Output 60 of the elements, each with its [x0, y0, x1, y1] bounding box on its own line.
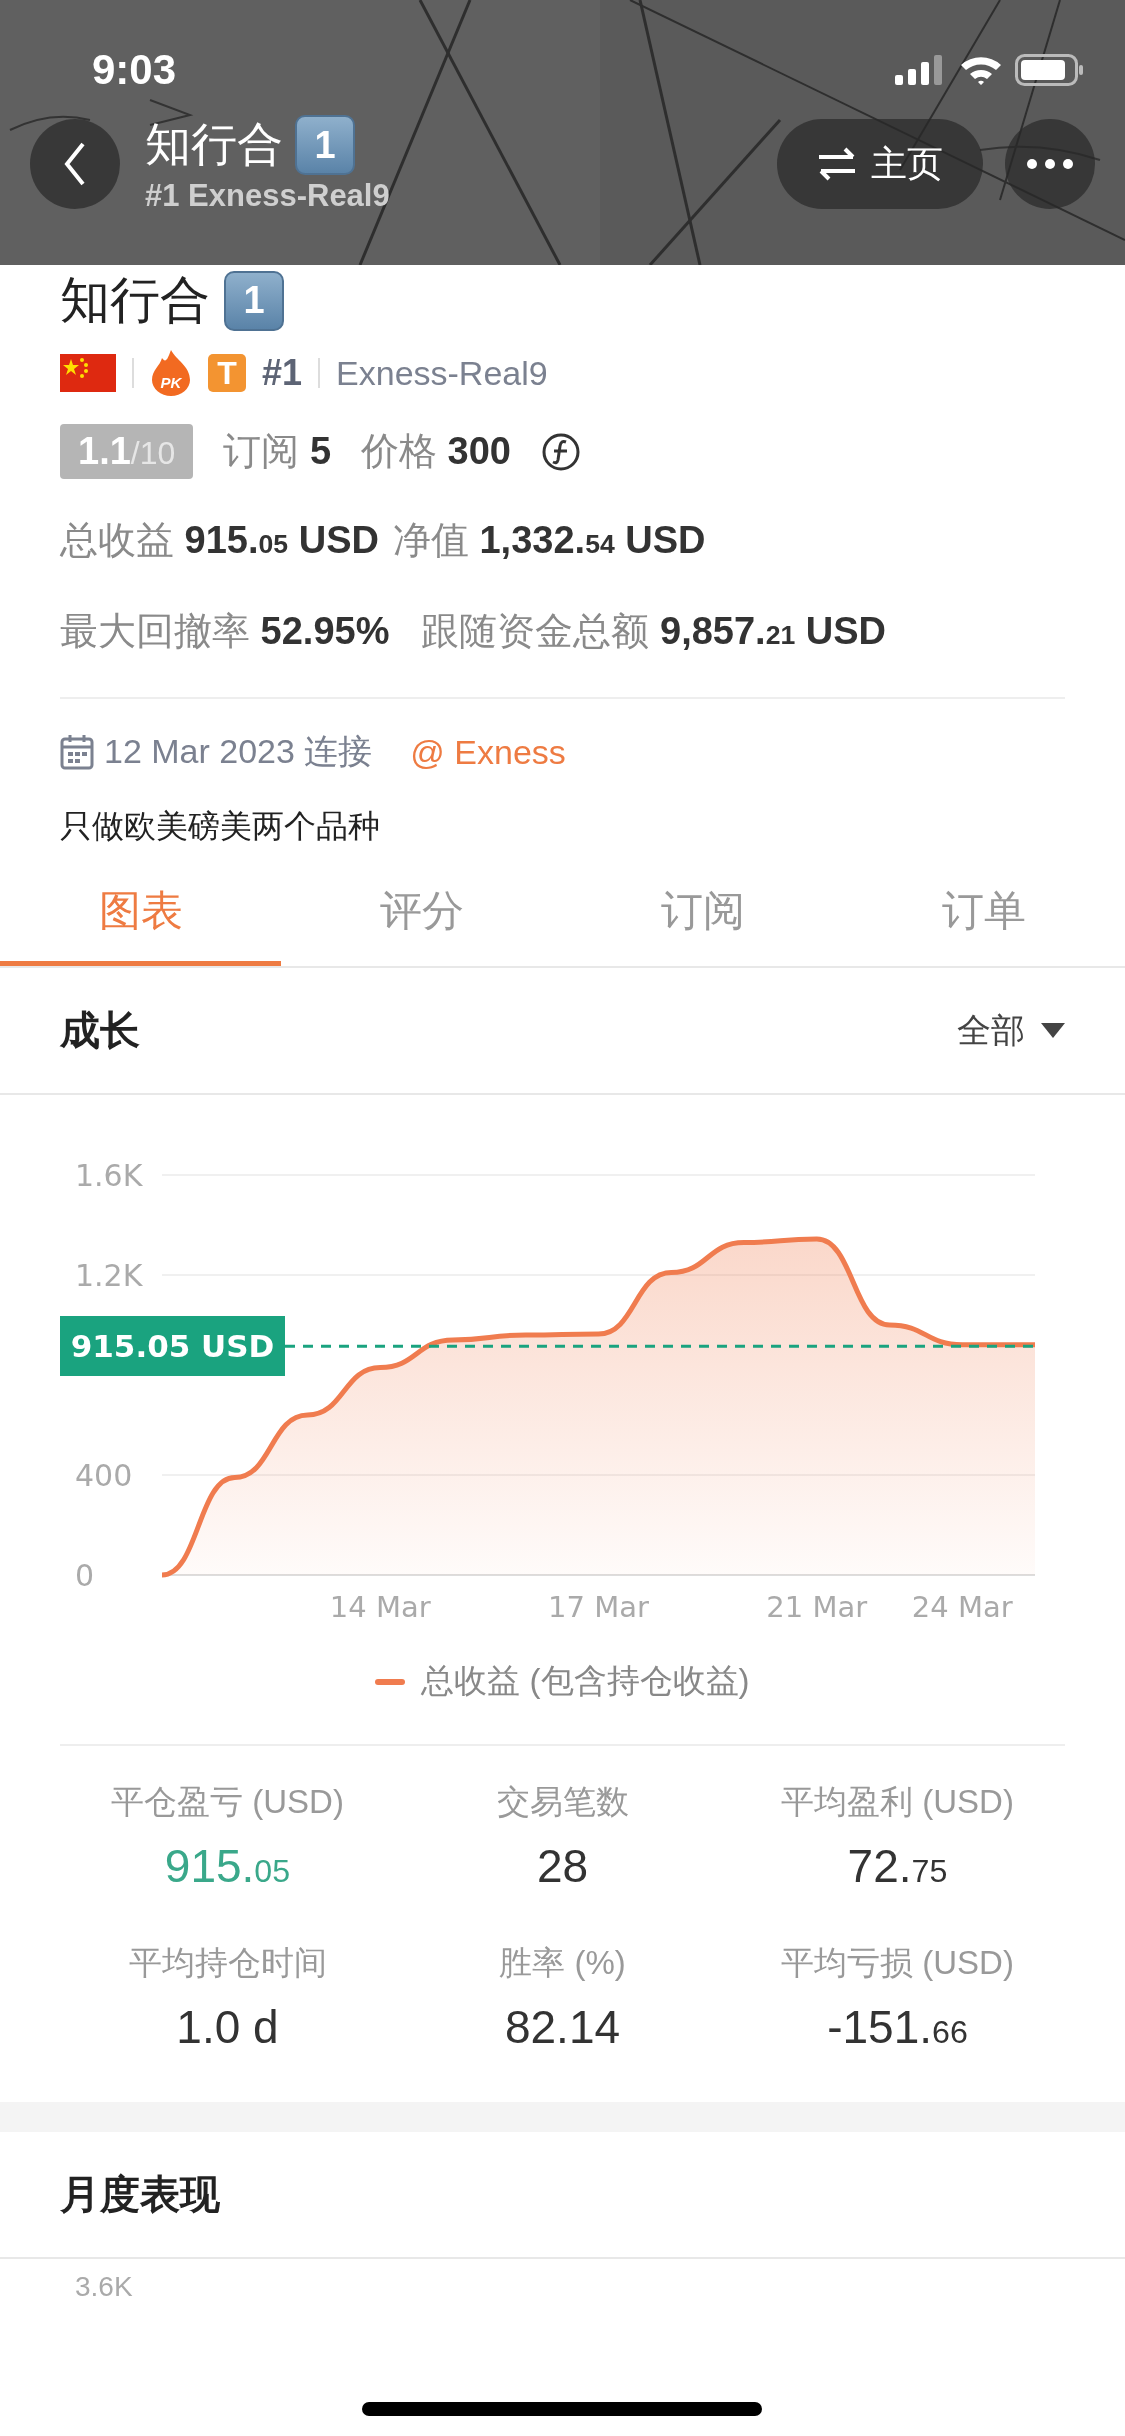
number-badge: 1 — [295, 115, 355, 175]
tab[interactable]: 订单 — [843, 863, 1125, 966]
metric: 最大回撤率 52.95% — [60, 609, 390, 654]
broker-link[interactable]: @ Exness — [410, 732, 566, 772]
stat-label: 交易笔数 — [496, 1782, 629, 1822]
axis-label: 400 — [75, 1458, 133, 1493]
subscribe-count: 订阅 5 — [223, 429, 331, 474]
stat-value: 82.14 — [504, 2000, 621, 2054]
stat-value: 28 — [536, 1839, 589, 1893]
home-button[interactable]: 主页 — [777, 119, 983, 209]
section-title: 成长 — [60, 1007, 140, 1054]
trader-name: 知行合 — [60, 271, 210, 330]
battery-icon — [1015, 54, 1085, 86]
stat-value: -151.66 — [827, 2000, 968, 2054]
value-tag: 915.05 USD — [60, 1316, 285, 1377]
server-name: Exness-Real9 — [336, 353, 548, 393]
axis-label: 0 — [75, 1558, 95, 1593]
metric: 总收益 915.05 USD — [60, 518, 379, 563]
more-icon — [1027, 159, 1073, 169]
section-title: 月度表现 — [60, 2171, 220, 2218]
coin-icon — [541, 431, 581, 472]
legend-label: 总收益 (包含持仓收益) — [421, 1661, 750, 1701]
number-badge: 1 — [224, 270, 284, 331]
connected-date: 12 Mar 2023 连接 — [104, 731, 373, 772]
stat-label: 平仓盈亏 (USD) — [111, 1782, 344, 1822]
stat-value: 915.05 — [164, 1839, 291, 1893]
axis-label: 3.6K — [75, 2271, 133, 2302]
stat-value: 72.75 — [847, 1839, 948, 1893]
wifi-icon — [959, 54, 1003, 86]
nav-title: 知行合 — [145, 117, 283, 172]
stat-value: 1.0 d — [176, 2000, 279, 2054]
tab[interactable]: 订阅 — [562, 863, 844, 966]
flag-icon — [60, 354, 116, 392]
pk-badge: PK — [150, 350, 192, 396]
stat-label: 平均持仓时间 — [128, 1943, 327, 1983]
tab[interactable]: 图表 — [0, 863, 282, 966]
filter-dropdown[interactable]: 全部 — [957, 1007, 1065, 1054]
calendar-icon — [60, 734, 94, 770]
stat-label: 平均亏损 (USD) — [781, 1943, 1014, 1983]
back-icon — [63, 142, 87, 186]
axis-label: 14 Mar — [329, 1590, 431, 1624]
axis-label: 24 Mar — [911, 1590, 1013, 1624]
axis-label: 17 Mar — [548, 1590, 649, 1624]
t-badge: T — [208, 354, 246, 392]
tab[interactable]: 评分 — [281, 863, 563, 966]
nav-subtitle: #1 Exness-Real9 — [145, 178, 391, 214]
swap-icon — [817, 147, 857, 181]
stat-label: 胜率 (%) — [499, 1943, 626, 1983]
axis-label: 1.2K — [75, 1258, 143, 1293]
rank-label: #1 — [262, 352, 303, 394]
axis-label: 1.6K — [75, 1158, 143, 1193]
legend-swatch — [375, 1678, 406, 1685]
description: 只做欧美磅美两个品种 — [60, 807, 381, 846]
status-time: 9:03 — [92, 46, 177, 94]
metric: 跟随资金总额 9,857.21 USD — [421, 609, 887, 654]
price-value: 价格 300 — [361, 429, 511, 474]
metric: 净值 1,332.54 USD — [392, 518, 706, 563]
axis-label: 21 Mar — [766, 1590, 868, 1624]
stat-label: 平均盈利 (USD) — [781, 1782, 1014, 1822]
caret-icon — [1041, 1022, 1065, 1039]
